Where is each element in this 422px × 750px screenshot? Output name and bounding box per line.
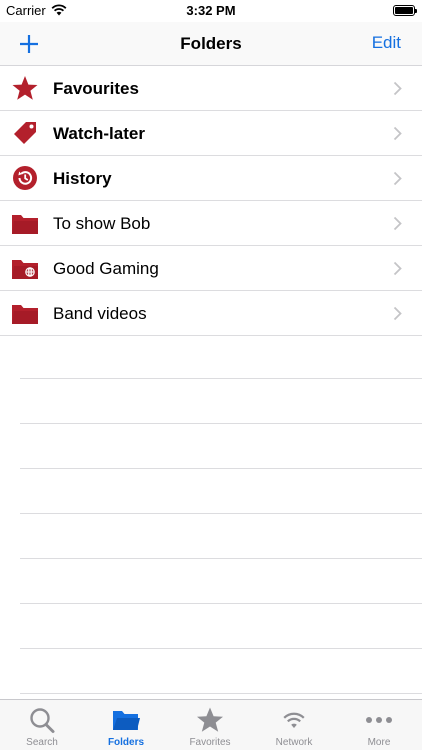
empty-row-separator xyxy=(20,603,422,604)
chevron-right-icon xyxy=(393,306,402,321)
empty-row-separator xyxy=(20,558,422,559)
chevron-right-icon xyxy=(393,126,402,141)
folder-row-favourites[interactable]: Favourites xyxy=(0,66,422,111)
search-icon xyxy=(30,708,55,733)
tab-label: Favorites xyxy=(189,737,231,748)
star-icon xyxy=(12,76,38,100)
chevron-right-icon xyxy=(393,81,402,96)
folder-label: Band videos xyxy=(53,304,147,323)
tab-bar: Search Folders Favorites Network More xyxy=(0,699,422,750)
folder-icon xyxy=(12,305,38,324)
status-bar: Carrier 3:32 PM xyxy=(0,0,422,22)
battery-icon xyxy=(393,5,417,16)
tab-label: Network xyxy=(275,737,313,748)
tab-label: Search xyxy=(26,737,58,748)
folder-label: Watch-later xyxy=(53,124,145,143)
status-time: 3:32 PM xyxy=(186,3,236,18)
more-icon xyxy=(366,717,392,723)
folder-globe-icon xyxy=(12,260,38,279)
chevron-right-icon xyxy=(393,171,402,186)
tab-more[interactable]: More xyxy=(336,700,422,750)
empty-row-separator xyxy=(20,513,422,514)
folder-row-history[interactable]: History xyxy=(0,156,422,201)
empty-row-separator xyxy=(20,468,422,469)
folder-row-to-show-bob[interactable]: To show Bob xyxy=(0,201,422,246)
chevron-right-icon xyxy=(393,261,402,276)
page-title: Folders xyxy=(180,34,242,53)
empty-row-separator xyxy=(20,378,422,379)
folder-label: Good Gaming xyxy=(53,259,159,278)
tab-network[interactable]: Network xyxy=(252,700,336,750)
tab-folders[interactable]: Folders xyxy=(84,700,168,750)
folder-list: Favourites Watch-later History To show B… xyxy=(0,66,422,336)
wifi-icon xyxy=(283,712,305,728)
tab-label: Folders xyxy=(107,737,145,748)
folder-icon xyxy=(113,711,140,730)
empty-row-separator xyxy=(20,648,422,649)
folder-label: Favourites xyxy=(53,79,139,98)
navigation-bar: Folders Edit xyxy=(0,22,422,66)
star-icon xyxy=(197,707,223,732)
history-icon xyxy=(13,166,37,190)
tag-icon xyxy=(14,122,36,144)
folder-row-good-gaming[interactable]: Good Gaming xyxy=(0,246,422,291)
empty-row-separator xyxy=(20,423,422,424)
folder-icon xyxy=(12,215,38,234)
folder-row-watch-later[interactable]: Watch-later xyxy=(0,111,422,156)
edit-button[interactable]: Edit xyxy=(372,33,401,53)
empty-row-separator xyxy=(20,693,422,694)
folder-row-band-videos[interactable]: Band videos xyxy=(0,291,422,336)
folder-label: History xyxy=(53,169,112,188)
chevron-right-icon xyxy=(393,216,402,231)
folder-label: To show Bob xyxy=(53,214,151,233)
tab-favorites[interactable]: Favorites xyxy=(168,700,252,750)
tab-label: More xyxy=(367,737,391,748)
tab-search[interactable]: Search xyxy=(0,700,84,750)
